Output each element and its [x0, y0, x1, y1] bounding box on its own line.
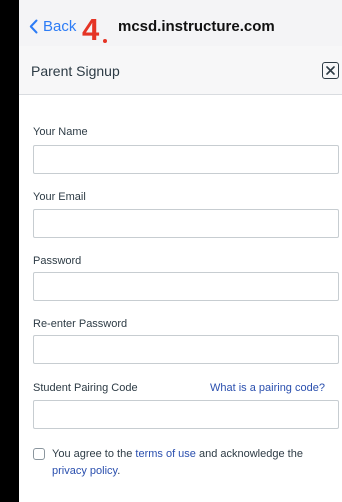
chevron-left-icon	[29, 19, 38, 34]
step-number-annotation: 4	[82, 12, 100, 47]
pairing-code-label: Student Pairing Code	[33, 382, 138, 394]
pairing-code-field[interactable]	[33, 400, 339, 429]
browser-bar: Back 4 mcsd.instructure.com	[19, 0, 342, 46]
agree-checkbox[interactable]	[33, 448, 45, 460]
close-button[interactable]	[322, 62, 339, 79]
password-label: Password	[33, 255, 82, 267]
step-number-dot	[103, 39, 107, 43]
back-button[interactable]: Back	[29, 18, 76, 35]
agreement-suffix: .	[117, 465, 121, 477]
back-label: Back	[43, 18, 77, 35]
pairing-code-help-link[interactable]: What is a pairing code?	[210, 382, 325, 394]
agreement-middle: and acknowledge the	[195, 448, 303, 460]
agreement-text: You agree to the terms of use and acknow…	[33, 446, 333, 480]
email-label: Your Email	[33, 191, 86, 203]
privacy-policy-link[interactable]: privacy policy	[52, 465, 117, 477]
screen: Back 4 mcsd.instructure.com Parent Signu…	[19, 0, 342, 502]
dialog-title: Parent Signup	[31, 63, 120, 79]
reenter-password-field[interactable]	[33, 335, 339, 364]
reenter-password-label: Re-enter Password	[33, 318, 128, 330]
agreement-prefix: You agree to the	[52, 448, 136, 460]
terms-of-use-link[interactable]: terms of use	[135, 448, 196, 460]
agreement: You agree to the terms of use and acknow…	[33, 446, 333, 480]
name-field[interactable]	[33, 145, 339, 174]
password-field[interactable]	[33, 272, 339, 301]
dialog-header: Parent Signup	[19, 46, 342, 95]
email-field[interactable]	[33, 209, 339, 238]
name-label: Your Name	[33, 126, 88, 138]
close-icon	[326, 66, 335, 75]
page-domain: mcsd.instructure.com	[118, 18, 275, 35]
